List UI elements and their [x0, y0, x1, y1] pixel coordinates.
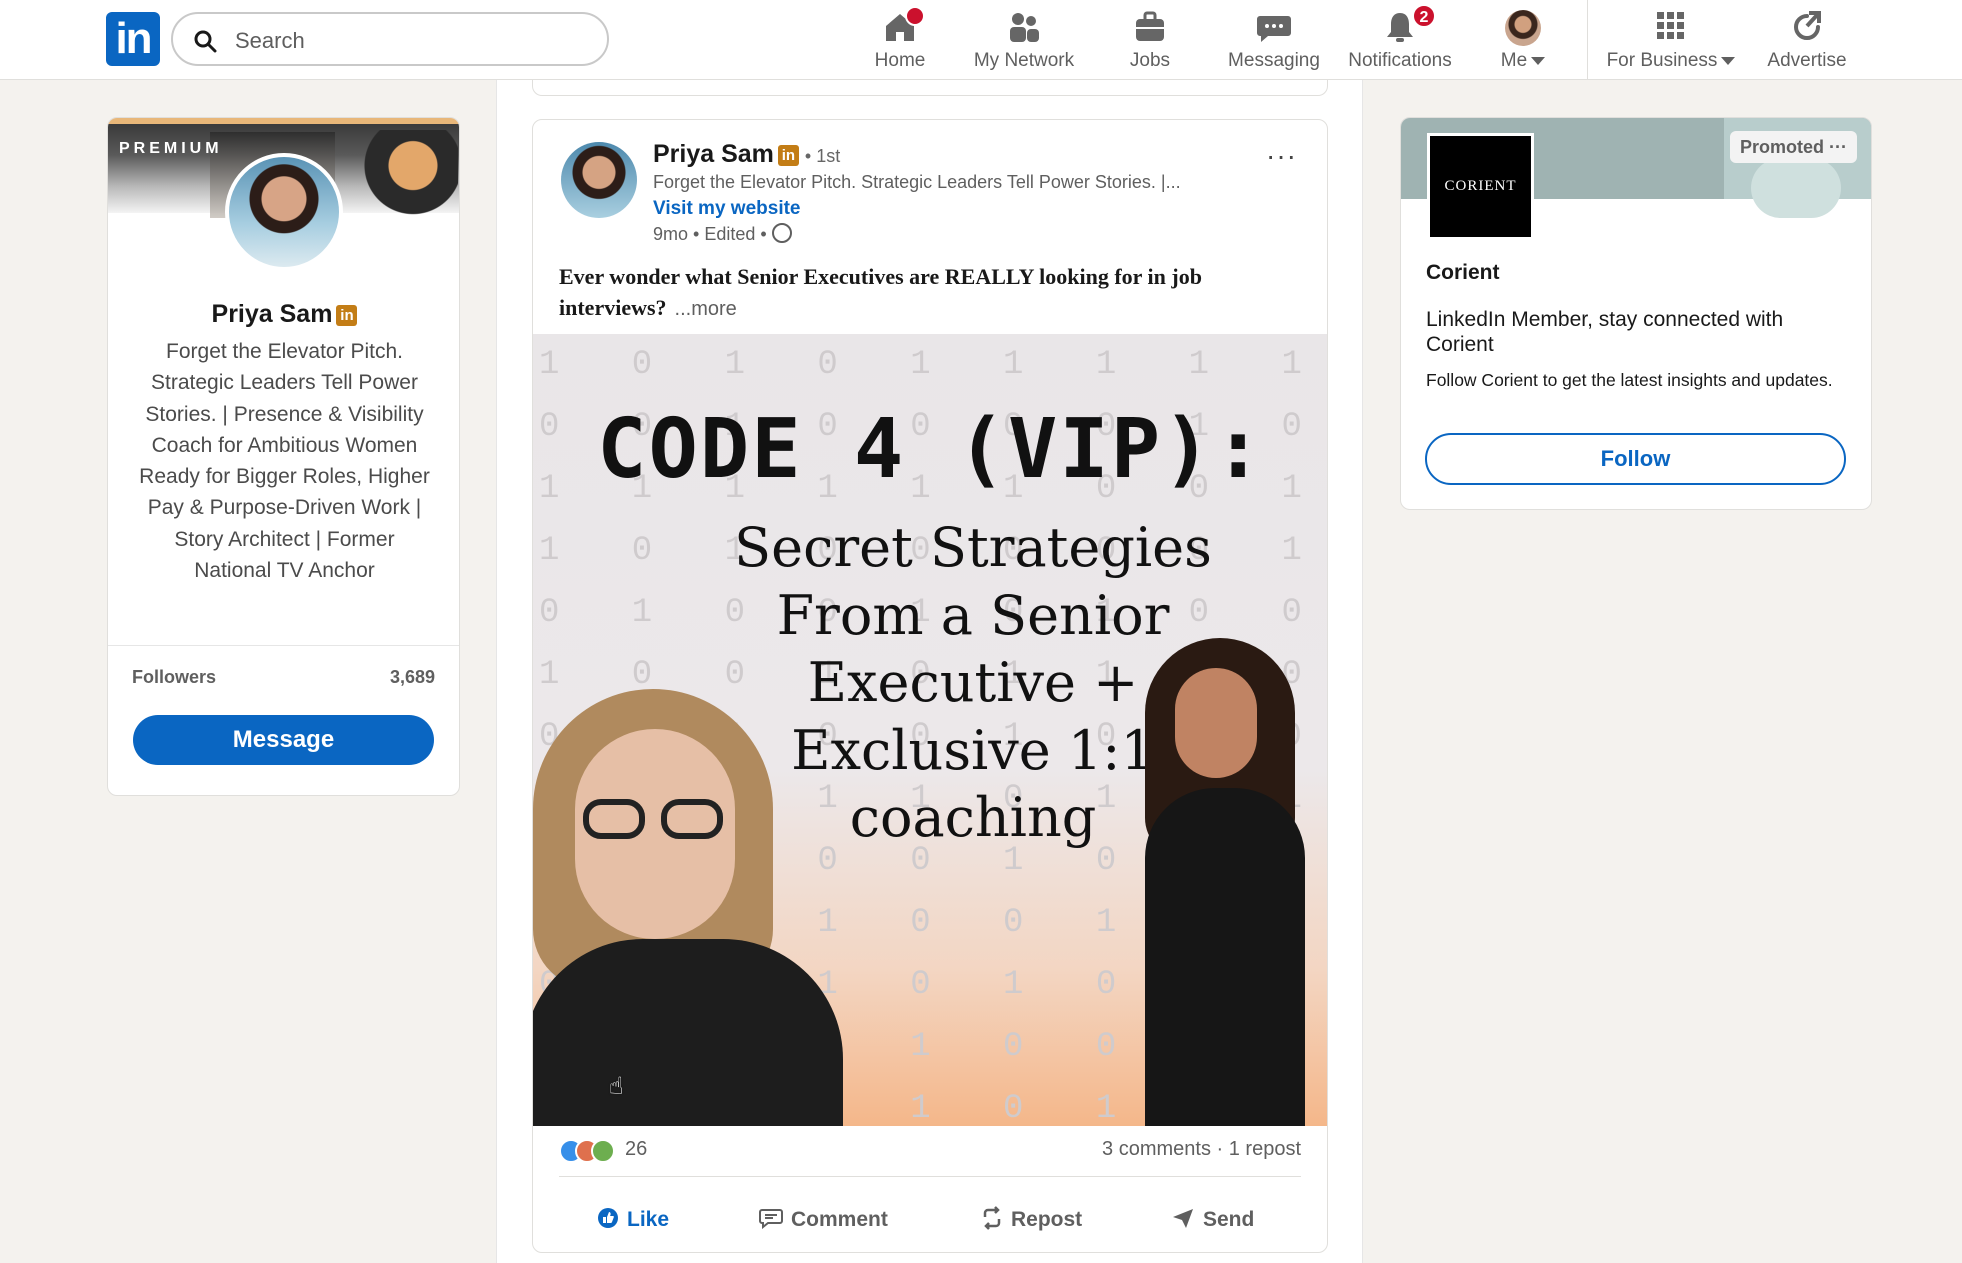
nav-advertise[interactable]: Advertise — [1764, 6, 1850, 76]
network-icon — [1010, 13, 1039, 42]
profile-name[interactable]: Priya Sam in — [108, 300, 459, 329]
chevron-down-icon — [1721, 56, 1736, 65]
post-author-name[interactable]: Priya Sam in • 1st — [653, 140, 840, 169]
post-image[interactable]: 1 0 1 0 1 1 1 1 1 1 0 1 0 0 1 0 0 0 0 1 … — [533, 334, 1327, 1126]
message-button[interactable]: Message — [133, 715, 434, 765]
person-photo-right — [1105, 638, 1327, 1126]
linkedin-premium-icon: in — [777, 144, 799, 166]
nav-notifications[interactable]: 2 Notifications — [1342, 4, 1458, 76]
chevron-down-icon — [1531, 56, 1546, 65]
visit-website-link[interactable]: Visit my website — [653, 198, 801, 220]
promo-company-name[interactable]: Corient — [1426, 261, 1500, 285]
previous-post-edge — [532, 80, 1328, 96]
promoted-ad-card: CORIENT Promoted ··· Corient LinkedIn Me… — [1400, 117, 1872, 510]
post-author-headline: Forget the Elevator Pitch. Strategic Lea… — [653, 172, 1181, 192]
repost-icon — [983, 1206, 1001, 1231]
repost-button[interactable]: Repost — [981, 1200, 1082, 1240]
hand-cursor-icon: ☝ — [609, 1073, 624, 1100]
post-text: Ever wonder what Senior Executives are R… — [559, 264, 1202, 320]
nav-divider — [1587, 0, 1588, 80]
reaction-count[interactable]: 26 — [625, 1138, 647, 1161]
send-button[interactable]: Send — [1171, 1200, 1254, 1240]
nav-me-label: Me — [1490, 50, 1556, 72]
globe-icon — [771, 223, 792, 244]
home-notification-dot — [905, 6, 925, 26]
promo-message: LinkedIn Member, stay connected with Cor… — [1426, 308, 1784, 356]
comments-reposts-count[interactable]: 3 comments · 1 repost — [1102, 1138, 1301, 1161]
nav-jobs-label: Jobs — [1129, 50, 1171, 71]
notifications-badge: 2 — [1412, 4, 1436, 28]
nav-for-business-label: For Business — [1604, 50, 1738, 72]
grid-icon — [1657, 12, 1684, 39]
person-photo-left — [533, 689, 843, 1126]
like-button[interactable]: Like — [597, 1200, 669, 1240]
nav-jobs[interactable]: Jobs — [1120, 6, 1180, 76]
nav-home-label: Home — [874, 50, 926, 71]
post-timestamp: 9mo • Edited • — [653, 223, 792, 245]
celebrate-reaction-icon — [591, 1139, 615, 1163]
profile-card: PREMIUM Priya Sam in Forget the Elevator … — [107, 117, 460, 796]
nav-advertise-label: Advertise — [1767, 50, 1847, 71]
comment-button[interactable]: Comment — [759, 1200, 888, 1240]
top-navigation-bar: in Search Home My Network Jobs Messaging… — [0, 0, 1962, 80]
promoted-label[interactable]: Promoted ··· — [1729, 131, 1857, 163]
profile-headline: Forget the Elevator Pitch. Strategic Lea… — [139, 340, 430, 583]
profile-avatar[interactable] — [225, 153, 343, 271]
premium-label: PREMIUM — [119, 140, 223, 157]
send-icon — [1173, 1209, 1193, 1229]
search-icon — [194, 30, 217, 53]
connection-degree: • 1st — [804, 146, 841, 166]
divider — [559, 1176, 1301, 1177]
followers-count: 3,689 — [389, 667, 435, 687]
follow-button[interactable]: Follow — [1425, 433, 1846, 485]
corient-logo[interactable]: CORIENT — [1427, 133, 1534, 240]
linkedin-logo[interactable]: in — [106, 12, 160, 66]
comment-icon — [759, 1209, 783, 1230]
nav-notifications-label: Notifications — [1348, 50, 1452, 71]
nav-home[interactable]: Home — [862, 6, 938, 76]
nav-messaging[interactable]: Messaging — [1224, 6, 1324, 76]
nav-messaging-label: Messaging — [1228, 50, 1320, 71]
more-options-icon[interactable]: ··· — [1829, 137, 1847, 157]
like-icon — [598, 1208, 618, 1229]
feed-post: Priya Sam in • 1st Forget the Elevator Pit… — [532, 119, 1328, 1253]
briefcase-icon — [1136, 11, 1164, 41]
nav-me[interactable]: Me — [1490, 6, 1556, 76]
banner-photo — [358, 130, 458, 219]
nav-my-network-label: My Network — [973, 50, 1075, 71]
followers-label: Followers — [132, 667, 217, 687]
divider — [108, 645, 459, 646]
search-placeholder: Search — [235, 28, 305, 53]
see-more-link[interactable]: ...more — [675, 298, 737, 320]
advertise-icon — [1794, 11, 1821, 40]
post-author-avatar[interactable] — [561, 142, 637, 218]
linkedin-premium-icon: in — [336, 304, 358, 326]
image-headline: CODE 4 (VIP): — [597, 402, 1265, 497]
avatar — [1505, 10, 1541, 46]
promo-description: Follow Corient to get the latest insight… — [1426, 370, 1833, 390]
search-input[interactable]: Search — [171, 12, 609, 66]
nav-for-business[interactable]: For Business — [1604, 6, 1738, 76]
nav-my-network[interactable]: My Network — [966, 6, 1082, 76]
more-options-icon[interactable]: ··· — [1266, 140, 1297, 172]
messaging-icon — [1257, 16, 1291, 42]
